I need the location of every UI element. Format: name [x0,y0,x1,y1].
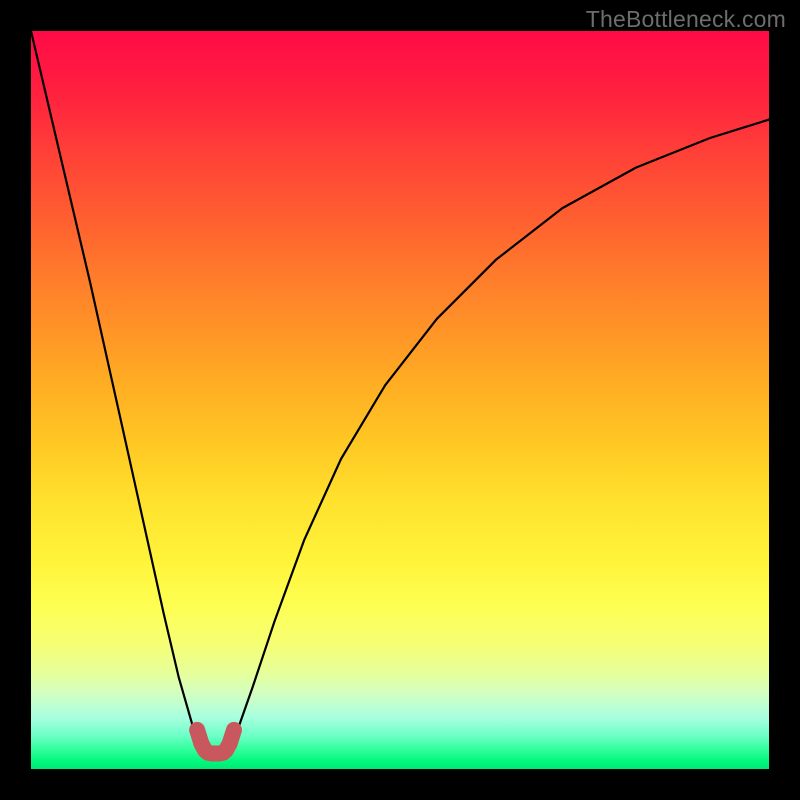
watermark-text: TheBottleneck.com [586,6,786,33]
chart-frame: TheBottleneck.com [0,0,800,800]
chart-plot-area [31,31,769,769]
bottleneck-curve [31,31,769,769]
